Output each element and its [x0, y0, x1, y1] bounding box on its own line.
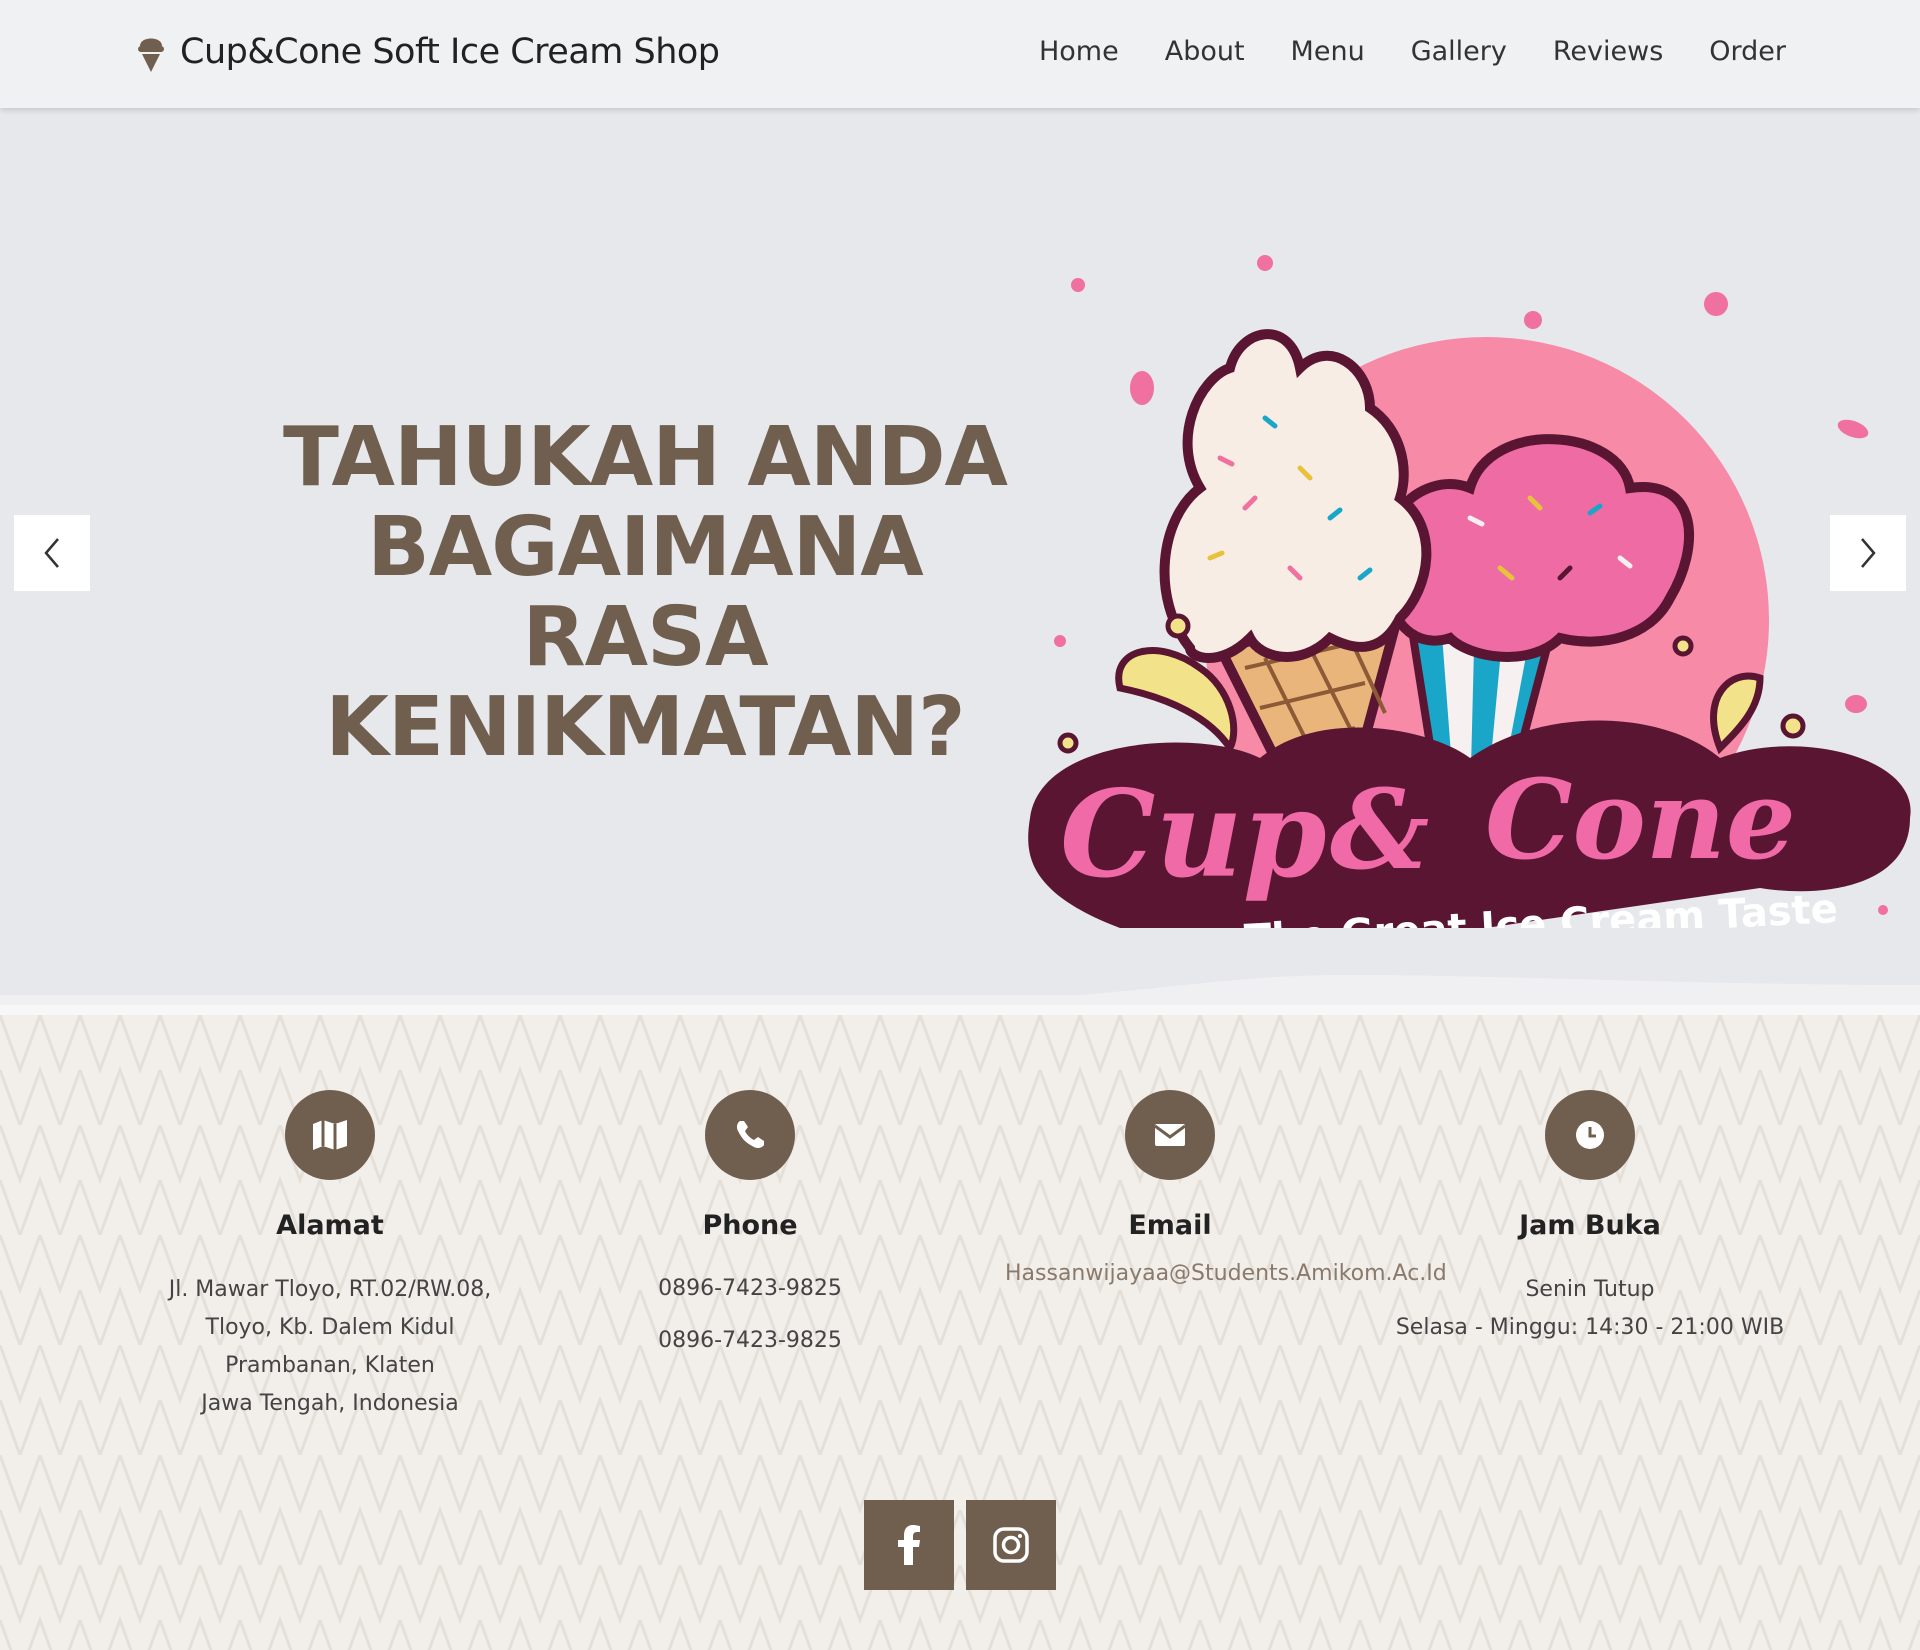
clock-icon	[1545, 1090, 1635, 1180]
envelope-icon	[1125, 1090, 1215, 1180]
hero-title-line: BAGAIMANA RASA	[367, 500, 923, 685]
main-nav: Home About Menu Gallery Reviews Order	[993, 36, 1786, 67]
cup-and-cone-logo: Cup & Cone The Great Ice Cream Taste	[1028, 255, 1911, 928]
logo-ampersand: &	[1330, 765, 1429, 894]
hours-text: Senin Tutup Selasa - Minggu: 14:30 - 21:…	[1380, 1271, 1800, 1347]
hours-title: Jam Buka	[1519, 1210, 1661, 1241]
phone-icon	[705, 1090, 795, 1180]
facebook-button[interactable]	[864, 1500, 954, 1590]
logo-word-cup: Cup	[1060, 764, 1327, 905]
address-line: Tloyo, Kb. Dalem Kidul	[205, 1315, 455, 1340]
navbar: Cup&Cone Soft Ice Cream Shop Home About …	[0, 0, 1920, 108]
email-block: Email Hassanwijayaa@Students.Amikom.Ac.I…	[960, 1090, 1447, 1286]
facebook-icon	[898, 1525, 920, 1565]
address-text: Jl. Mawar Tloyo, RT.02/RW.08, Tloyo, Kb.…	[120, 1271, 540, 1423]
hero-title: TAHUKAH ANDA BAGAIMANA RASA KENIKMATAN?	[280, 413, 1010, 773]
hero-wave	[0, 975, 1920, 1015]
nav-home[interactable]: Home	[1039, 36, 1119, 67]
nav-about[interactable]: About	[1165, 36, 1245, 67]
logo-word-cone: Cone	[1485, 755, 1796, 884]
brand-name: Cup&Cone Soft Ice Cream Shop	[180, 32, 720, 72]
chevron-right-icon	[1861, 538, 1876, 568]
phone-text: 0896-7423-9825 0896-7423-9825	[540, 1263, 960, 1367]
address-block: Alamat Jl. Mawar Tloyo, RT.02/RW.08, Tlo…	[120, 1090, 540, 1423]
nav-order[interactable]: Order	[1709, 36, 1786, 67]
ice-cream-icon	[136, 30, 166, 74]
phone-title: Phone	[702, 1210, 798, 1241]
email-title: Email	[1128, 1210, 1212, 1241]
map-icon	[285, 1090, 375, 1180]
instagram-icon	[993, 1527, 1029, 1563]
hero-title-line: TAHUKAH ANDA	[282, 410, 1008, 505]
nav-gallery[interactable]: Gallery	[1411, 36, 1507, 67]
nav-reviews[interactable]: Reviews	[1553, 36, 1663, 67]
nav-menu[interactable]: Menu	[1291, 36, 1365, 67]
phone-number[interactable]: 0896-7423-9825	[540, 1315, 960, 1367]
hero-carousel: TAHUKAH ANDA BAGAIMANA RASA KENIKMATAN?	[0, 108, 1920, 1015]
address-line: Prambanan, Klaten	[225, 1353, 435, 1378]
hours-line: Selasa - Minggu: 14:30 - 21:00 WIB	[1395, 1315, 1785, 1340]
brand[interactable]: Cup&Cone Soft Ice Cream Shop	[136, 30, 720, 74]
carousel-prev-button[interactable]	[14, 515, 90, 591]
address-title: Alamat	[276, 1210, 384, 1241]
address-line: Jawa Tengah, Indonesia	[201, 1391, 459, 1416]
email-wrapper: Hassanwijayaa@Students.Amikom.Ac.Id	[1005, 1261, 1447, 1286]
address-line: Jl. Mawar Tloyo, RT.02/RW.08,	[168, 1277, 492, 1302]
hero-title-line: KENIKMATAN?	[325, 680, 965, 775]
chevron-left-icon	[44, 538, 59, 568]
social-links	[864, 1500, 1068, 1590]
phone-number[interactable]: 0896-7423-9825	[540, 1263, 960, 1315]
carousel-next-button[interactable]	[1830, 515, 1906, 591]
hours-line: Senin Tutup	[1525, 1277, 1655, 1302]
hours-block: Jam Buka Senin Tutup Selasa - Minggu: 14…	[1380, 1090, 1800, 1347]
contact-section: Alamat Jl. Mawar Tloyo, RT.02/RW.08, Tlo…	[0, 1015, 1920, 1650]
phone-block: Phone 0896-7423-9825 0896-7423-9825	[540, 1090, 960, 1367]
instagram-button[interactable]	[966, 1500, 1056, 1590]
